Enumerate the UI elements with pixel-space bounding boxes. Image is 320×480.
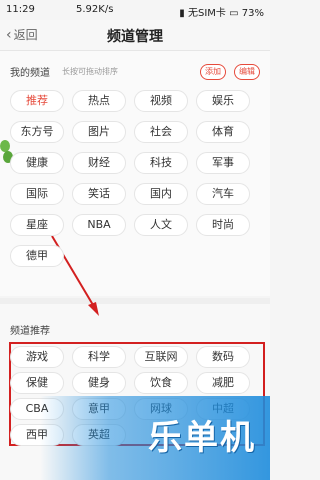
channel-chip[interactable]: 笑话: [72, 183, 126, 205]
status-left: 11:29: [6, 4, 35, 15]
channel-chip[interactable]: 时尚: [196, 214, 250, 236]
battery-level: 73%: [241, 8, 264, 19]
recommended-channel-chip[interactable]: 保健: [10, 372, 64, 394]
status-right: ▮ 无SIM卡 ▭ 73%: [179, 4, 264, 19]
channel-chip[interactable]: 人文: [134, 214, 188, 236]
channel-chip[interactable]: 推荐: [10, 90, 64, 112]
drag-hint: 长按可拖动排序: [62, 67, 118, 76]
recommended-channel-chip[interactable]: 健身: [72, 372, 126, 394]
recommended-title: 频道推荐: [10, 326, 50, 337]
channel-chip[interactable]: 东方号: [10, 121, 64, 143]
recommended-channel-chip[interactable]: 饮食: [134, 372, 188, 394]
recommended-channel-chip[interactable]: 游戏: [10, 346, 64, 368]
channel-chip[interactable]: 星座: [10, 214, 64, 236]
channel-chip[interactable]: 军事: [196, 152, 250, 174]
channel-chip[interactable]: 娱乐: [196, 90, 250, 112]
recommended-channel-chip[interactable]: 科学: [72, 346, 126, 368]
status-time: 11:29: [6, 4, 35, 15]
recommended-channel-chip[interactable]: 减肥: [196, 372, 250, 394]
watermark-logo: 乐单机: [148, 418, 256, 458]
add-button[interactable]: 添加: [200, 64, 226, 80]
channel-chip[interactable]: 体育: [196, 121, 250, 143]
channel-chip[interactable]: 科技: [134, 152, 188, 174]
recommended-channel-chip[interactable]: 意甲: [72, 398, 126, 420]
channel-chip[interactable]: 图片: [72, 121, 126, 143]
channel-chip[interactable]: 视频: [134, 90, 188, 112]
navigation-bar: ‹ 返回 频道管理: [0, 20, 270, 51]
network-speed: 5.92K/s: [76, 4, 114, 15]
edit-button[interactable]: 编辑: [234, 64, 260, 80]
status-bar: 11:29 5.92K/s ▮ 无SIM卡 ▭ 73%: [0, 0, 270, 20]
channel-chip[interactable]: 国际: [10, 183, 64, 205]
my-channels-title: 我的频道: [10, 68, 50, 79]
channel-chip[interactable]: 热点: [72, 90, 126, 112]
carrier-label: 无SIM卡: [188, 8, 226, 19]
channel-chip[interactable]: 财经: [72, 152, 126, 174]
signal-icon: ▮: [179, 8, 185, 19]
channel-chip[interactable]: NBA: [72, 214, 126, 236]
recommended-channel-chip[interactable]: CBA: [10, 398, 64, 420]
recommended-channel-chip[interactable]: 英超: [72, 424, 126, 446]
channel-chip[interactable]: 社会: [134, 121, 188, 143]
channel-chip[interactable]: 国内: [134, 183, 188, 205]
recommended-channel-chip[interactable]: 互联网: [134, 346, 188, 368]
channel-chip[interactable]: 德甲: [10, 245, 64, 267]
channel-chip[interactable]: 健康: [10, 152, 64, 174]
recommended-channel-chip[interactable]: 西甲: [10, 424, 64, 446]
battery-icon: ▭: [229, 8, 239, 19]
channel-chip[interactable]: 汽车: [196, 183, 250, 205]
recommended-channel-chip[interactable]: 数码: [196, 346, 250, 368]
page-title: 频道管理: [107, 29, 163, 45]
